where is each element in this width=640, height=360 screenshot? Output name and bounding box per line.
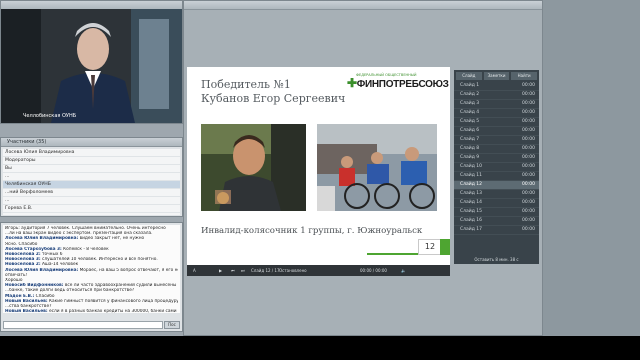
volume-icon[interactable]: 🔈 (401, 265, 406, 276)
slide-list-panel: Слайд Заметки Найти Слайд 1 00:00 Слайд 20… (454, 70, 539, 264)
slide-list-item[interactable]: Слайд 10 00:00 (454, 163, 539, 172)
attendee-row[interactable]: Горева Е.В. (3, 205, 180, 213)
share-pod-title (184, 1, 542, 10)
slide-list-item[interactable]: Слайд 6 00:00 (454, 127, 539, 136)
prev-slide-icon[interactable]: ⏮ (231, 265, 235, 276)
attendees-title: Участники (35) (1, 138, 182, 147)
logo-mark-icon: ✚ (347, 76, 357, 90)
slide-caption: Инвалид-колясочник 1 группы, г. Южноурал… (201, 226, 423, 236)
taskbar (0, 336, 640, 360)
player-status: Остановлено (279, 268, 307, 273)
slide-list-item[interactable]: Слайд 15 00:00 (454, 208, 539, 217)
slide-title-line1: Победитель №1 (201, 78, 291, 91)
app-window: Челлобинская ОУНБ Участники (35) Лосева … (0, 0, 640, 360)
slide-counter: Слайд 12 / 17 (251, 268, 280, 273)
share-pod: Победитель №1 Кубанов Егор Сергеевич ФЕД… (183, 0, 543, 336)
attendee-row[interactable]: Модераторы (3, 157, 180, 165)
chat-send-button[interactable]: Пос (164, 321, 180, 329)
presentation-slide: Победитель №1 Кубанов Егор Сергеевич ФЕД… (187, 67, 450, 265)
slide-list-item[interactable]: Слайд 13 00:00 (454, 190, 539, 199)
slide-list: Слайд 1 00:00 Слайд 2 00:00 Слайд 3 00:00 Слай… (454, 82, 539, 235)
attendee-row[interactable]: Лосева Юлия Владимировна (3, 149, 180, 157)
winner-portrait-photo (201, 124, 306, 211)
slide-list-item[interactable]: Слайд 5 00:00 (454, 118, 539, 127)
attendee-row[interactable]: Вы (3, 165, 180, 173)
slide-number-accent (440, 239, 450, 255)
wheelchair-sports-photo (317, 124, 437, 211)
player-controls: A ▶ ⏮ ⏭ Слайд 12 / 17 Остановлено 00:00 … (187, 265, 450, 276)
tab-notes[interactable]: Заметки (483, 72, 510, 80)
chat-input[interactable] (3, 321, 163, 329)
chat-message: Новый Васильев: если я в разных банках к… (5, 309, 178, 313)
slide-number: 12 (418, 239, 442, 255)
slide-panel-tabs: Слайд Заметки Найти (454, 70, 539, 82)
slide-title: Победитель №1 Кубанов Егор Сергеевич (201, 78, 345, 106)
tab-search[interactable]: Найти (511, 72, 538, 80)
slide-list-item[interactable]: Слайд 11 00:00 (454, 172, 539, 181)
chat-log[interactable]: Игорь: аудитория 7 человек. Слушаем вним… (3, 225, 180, 313)
slide-list-item[interactable]: Слайд 16 00:00 (454, 217, 539, 226)
attendee-row[interactable]: ...ний Верфоломеев (3, 189, 180, 197)
slide-list-item[interactable]: Слайд 3 00:00 (454, 100, 539, 109)
player-time: 00:00 / 00:00 (360, 268, 387, 273)
next-slide-icon[interactable]: ⏭ (241, 265, 245, 276)
video-pod: Челлобинская ОУНБ (0, 0, 183, 124)
play-icon[interactable]: ▶ (219, 265, 222, 276)
logo: ✚ФИНПОТРЕБСОЮЗ (347, 76, 449, 90)
webcam-frame-image (1, 9, 182, 123)
right-sidebar (543, 0, 640, 360)
slide-list-item[interactable]: Слайд 17 00:00 (454, 226, 539, 235)
chat-pod: Игорь: аудитория 7 человек. Слушаем вним… (0, 222, 183, 332)
attendee-row[interactable]: ... (3, 173, 180, 181)
slide-list-item[interactable]: Слайд 9 00:00 (454, 154, 539, 163)
attendee-row[interactable]: ... (3, 197, 180, 205)
webcam-video[interactable]: Челлобинская ОУНБ (1, 9, 182, 123)
slide-panel-footer: Оставить 8 мин. 38 с (474, 257, 519, 262)
attendees-pod: Участники (35) Лосева Юлия Владимировна … (0, 137, 183, 217)
slide-list-item[interactable]: Слайд 8 00:00 (454, 145, 539, 154)
slide-list-item[interactable]: Слайд 12 00:00 (454, 181, 539, 190)
slide-list-item[interactable]: Слайд 2 00:00 (454, 91, 539, 100)
slide-list-item[interactable]: Слайд 4 00:00 (454, 109, 539, 118)
video-caption: Челлобинская ОУНБ (23, 113, 77, 119)
adobe-icon: A (193, 268, 196, 273)
attendee-row[interactable]: Челябинская ОУНБ (3, 181, 180, 189)
tab-slides[interactable]: Слайд (456, 72, 482, 80)
slide-list-item[interactable]: Слайд 7 00:00 (454, 136, 539, 145)
attendee-list: Лосева Юлия Владимировна Модераторы Вы .… (3, 149, 180, 215)
chat-message: Лосева Юлия Владимировна: Мораес, на ваш… (5, 267, 178, 273)
slide-list-item[interactable]: Слайд 1 00:00 (454, 82, 539, 91)
slide-list-item[interactable]: Слайд 14 00:00 (454, 199, 539, 208)
slide-title-line2: Кубанов Егор Сергеевич (201, 92, 346, 105)
